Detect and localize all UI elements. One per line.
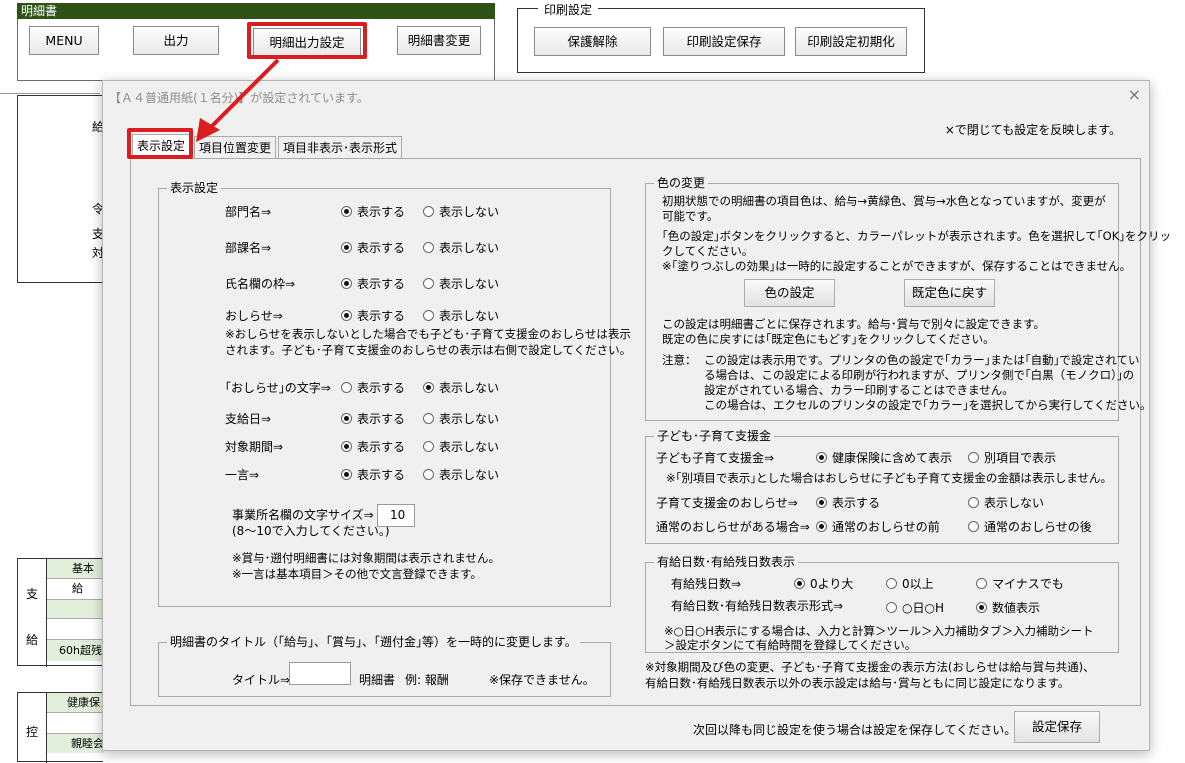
pointer-arrow-icon (196, 58, 280, 142)
